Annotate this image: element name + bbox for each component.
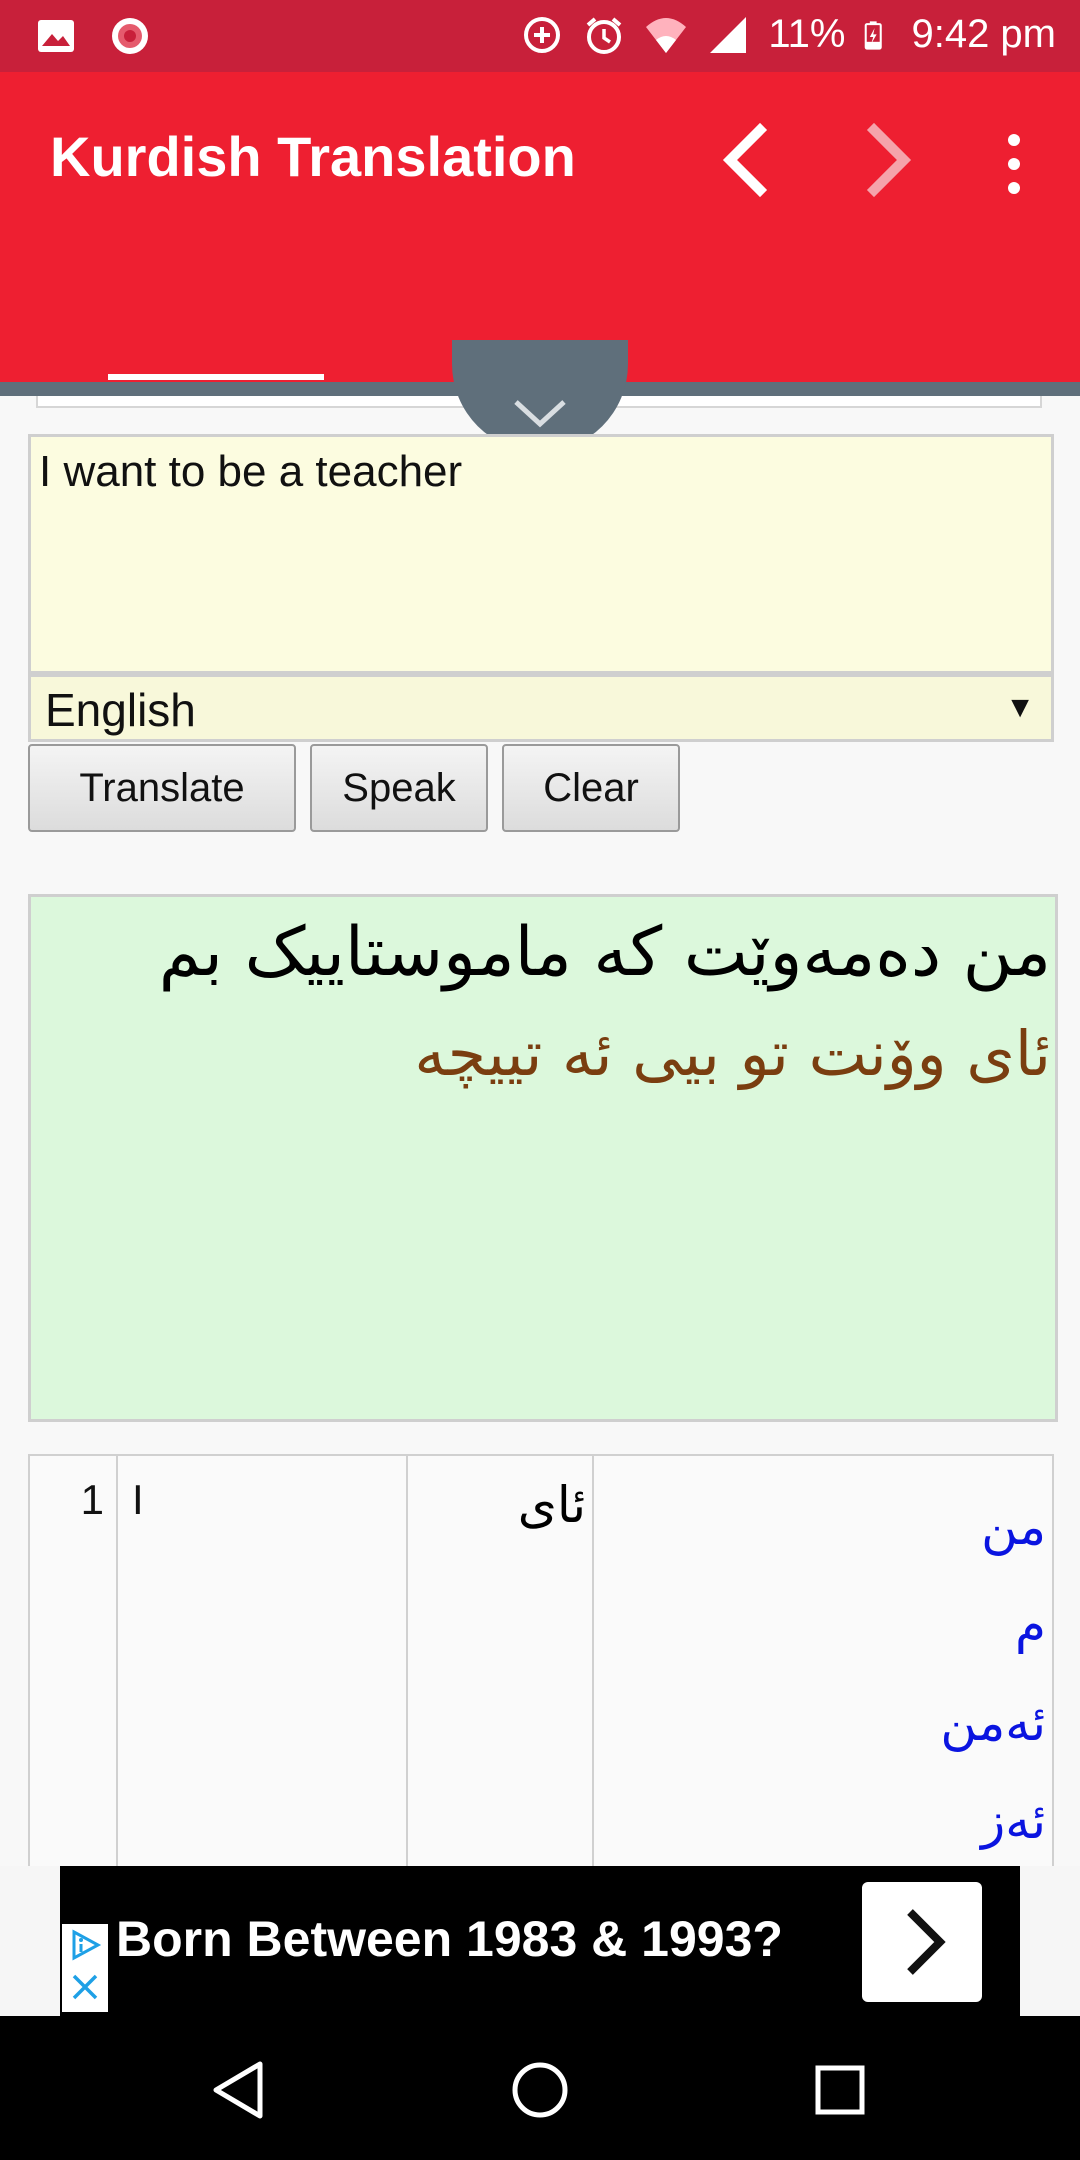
translation-result: من دەمەوێت کە ماموستاییک بم ئای وۆنت تو … (28, 894, 1058, 1422)
ad-headline[interactable]: Born Between 1983 & 1993? (116, 1910, 783, 1968)
chevron-right-icon (907, 1909, 946, 1975)
result-sorani-text: من دەمەوێت کە ماموستاییک بم (158, 913, 1051, 992)
result-pronunciation-text: ئای وۆنت تو بیی ئە تیيچە (414, 1017, 1051, 1090)
chevron-left-icon[interactable] (714, 120, 774, 200)
table-cell-pronunciation: ئای (408, 1456, 594, 1872)
pronunciation-word: ئای (517, 1476, 586, 1534)
tab-indicator (108, 374, 324, 380)
app-screen: 11% 9:42 pm Kurdish Translation I want t… (0, 0, 1080, 2160)
sorani-option[interactable]: م (940, 1576, 1046, 1674)
ad-cta-button[interactable] (862, 1882, 982, 2002)
word-breakdown-table: 1 I ئای من م ئەمن ئەز (28, 1454, 1054, 1874)
ad-content[interactable]: Born Between 1983 & 1993? (60, 1866, 1020, 2016)
wifi-icon (646, 17, 687, 53)
record-icon (112, 18, 148, 54)
data-saver-icon (524, 16, 561, 53)
ad-choices[interactable] (62, 1924, 108, 2012)
ad-info-icon[interactable] (68, 1928, 102, 1962)
ad-banner[interactable]: Born Between 1983 & 1993? (0, 1866, 1080, 2016)
back-triangle-icon[interactable] (200, 2050, 280, 2130)
chevron-right-icon[interactable] (860, 120, 920, 200)
source-language-select[interactable]: English ▼ (28, 674, 1054, 742)
status-time: 9:42 pm (911, 12, 1056, 56)
table-cell-number: 1 (30, 1456, 118, 1872)
speak-button[interactable]: Speak (310, 744, 488, 832)
app-title: Kurdish Translation (50, 125, 576, 188)
system-nav-bar (0, 2016, 1080, 2160)
row-number: 1 (80, 1476, 104, 1523)
sorani-option[interactable]: من (940, 1478, 1046, 1576)
sorani-option[interactable]: ئەمن (940, 1674, 1046, 1772)
more-vert-icon[interactable] (992, 128, 1036, 200)
image-icon (38, 20, 74, 52)
table-cell-sorani: من م ئەمن ئەز (594, 1456, 1054, 1872)
home-circle-icon[interactable] (500, 2050, 580, 2130)
table-cell-english: I (118, 1456, 408, 1872)
clear-button[interactable]: Clear (502, 744, 680, 832)
battery-charging-icon (865, 20, 883, 50)
english-word: I (132, 1476, 144, 1523)
battery-percentage: 11% (768, 12, 846, 56)
translate-button[interactable]: Translate (28, 744, 296, 832)
recents-square-icon[interactable] (800, 2050, 880, 2130)
dropdown-caret-icon: ▼ (1005, 691, 1035, 724)
status-bar: 11% 9:42 pm (0, 0, 1080, 72)
alarm-icon (587, 16, 622, 54)
signal-icon (710, 16, 747, 53)
ad-close-icon[interactable] (68, 1970, 102, 2004)
app-bar: Kurdish Translation (0, 72, 1080, 382)
sorani-option[interactable]: ئەز (940, 1772, 1046, 1870)
chevron-down-icon (514, 400, 566, 428)
source-text-input[interactable]: I want to be a teacher (28, 434, 1054, 674)
selected-language: English (45, 684, 196, 736)
